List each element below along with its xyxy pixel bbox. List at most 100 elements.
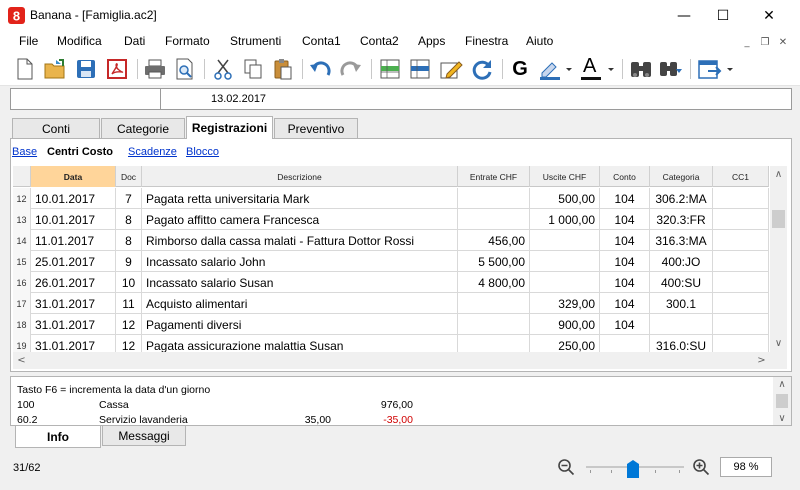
cell-cc1[interactable] [713,314,769,335]
cut-icon[interactable] [210,56,236,82]
table-row[interactable]: 15 25.01.2017 9 Incassato salario John 5… [13,251,769,272]
menu-strumenti[interactable]: Strumenti [230,33,281,49]
tab-info[interactable]: Info [15,426,101,448]
cell-uscite[interactable]: 250,00 [530,335,600,352]
info-scrollbar[interactable]: ∧ ∨ [773,377,791,425]
cell-categoria[interactable]: 300.1 [650,293,713,314]
redo-icon[interactable] [338,56,364,82]
cell-categoria[interactable]: 400:JO [650,251,713,272]
close-button[interactable]: ✕ [746,0,792,32]
zoom-out-icon[interactable] [557,458,575,476]
mdi-close-button[interactable]: ✕ [776,35,790,49]
column-header-categoria[interactable]: Categoria [650,166,713,187]
cell-uscite[interactable] [530,251,600,272]
cell-entrate[interactable]: 5 500,00 [458,251,530,272]
table-row[interactable]: 17 31.01.2017 11 Acquisto alimentari 329… [13,293,769,314]
cell-conto[interactable]: 104 [600,188,650,209]
table-row[interactable]: 19 31.01.2017 12 Pagata assicurazione ma… [13,335,769,352]
scroll-up-arrow-icon[interactable]: ∧ [770,166,787,183]
cell-doc[interactable]: 9 [116,251,142,272]
tab-preventivo[interactable]: Preventivo [274,118,358,138]
export-icon[interactable] [696,56,736,82]
cell-data[interactable]: 26.01.2017 [31,272,116,293]
cell-doc[interactable]: 8 [116,230,142,251]
column-header-entrate[interactable]: Entrate CHF [458,166,530,187]
table-row[interactable]: 13 10.01.2017 8 Pagato affitto camera Fr… [13,209,769,230]
cell-data[interactable]: 31.01.2017 [31,293,116,314]
cell-data[interactable]: 25.01.2017 [31,251,116,272]
cell-cc1[interactable] [713,188,769,209]
find-icon[interactable] [628,56,654,82]
column-header-uscite[interactable]: Uscite CHF [530,166,600,187]
scroll-up-arrow-icon[interactable]: ∧ [773,377,791,391]
view-blocco[interactable]: Blocco [186,146,219,158]
cell-uscite[interactable] [530,230,600,251]
cell-doc[interactable]: 12 [116,335,142,352]
menu-file[interactable]: File [19,33,38,49]
table-row[interactable]: 16 26.01.2017 10 Incassato salario Susan… [13,272,769,293]
cell-descrizione[interactable]: Incassato salario Susan [142,272,458,293]
cell-uscite[interactable]: 500,00 [530,188,600,209]
cell-doc[interactable]: 10 [116,272,142,293]
cell-entrate[interactable] [458,314,530,335]
cell-uscite[interactable]: 1 000,00 [530,209,600,230]
zoom-level-field[interactable]: 98 % [720,457,772,477]
cell-categoria[interactable]: 316.0:SU [650,335,713,352]
cell-entrate[interactable]: 4 800,00 [458,272,530,293]
menu-modifica[interactable]: Modifica [57,33,102,49]
menu-apps[interactable]: Apps [418,33,445,49]
cell-conto[interactable]: 104 [600,230,650,251]
cell-entrate[interactable] [458,335,530,352]
cell-descrizione[interactable]: Incassato salario John [142,251,458,272]
delete-row-icon[interactable] [407,56,433,82]
cell-descrizione[interactable]: Pagamenti diversi [142,314,458,335]
cell-descrizione[interactable]: Pagata assicurazione malattia Susan [142,335,458,352]
open-folder-icon[interactable] [42,56,68,82]
column-header-conto[interactable]: Conto [600,166,650,187]
cell-conto[interactable]: 104 [600,251,650,272]
cell-categoria[interactable]: 316.3:MA [650,230,713,251]
save-icon[interactable] [73,56,99,82]
view-centri-costo[interactable]: Centri Costo [47,146,113,158]
cell-content-field[interactable]: 13.02.2017 [211,93,266,105]
cell-cc1[interactable] [713,230,769,251]
cell-uscite[interactable] [530,272,600,293]
vertical-scrollbar[interactable]: ∧ ∨ [770,166,787,352]
cell-cc1[interactable] [713,272,769,293]
cell-data[interactable]: 31.01.2017 [31,314,116,335]
cell-categoria[interactable]: 320.3:FR [650,209,713,230]
cell-categoria[interactable]: 306.2:MA [650,188,713,209]
font-color-icon[interactable]: A [578,55,616,82]
cell-descrizione[interactable]: Pagato affitto camera Francesca [142,209,458,230]
cell-data[interactable]: 10.01.2017 [31,209,116,230]
pdf-icon[interactable] [104,56,130,82]
tab-categorie[interactable]: Categorie [101,118,185,138]
recalculate-icon[interactable] [469,56,495,82]
new-file-icon[interactable] [12,56,38,82]
insert-row-icon[interactable] [377,56,403,82]
cell-uscite[interactable]: 329,00 [530,293,600,314]
mdi-minimize-button[interactable]: _ [740,35,754,49]
table-row[interactable]: 14 11.01.2017 8 Rimborso dalla cassa mal… [13,230,769,251]
print-icon[interactable] [142,56,168,82]
cell-entrate[interactable] [458,293,530,314]
table-row[interactable]: 12 10.01.2017 7 Pagata retta universitar… [13,188,769,209]
scroll-down-arrow-icon[interactable]: ∨ [770,335,787,352]
column-header-data[interactable]: Data [31,166,116,187]
print-preview-icon[interactable] [172,56,198,82]
scroll-down-arrow-icon[interactable]: ∨ [773,411,791,425]
cell-cc1[interactable] [713,251,769,272]
cell-entrate[interactable] [458,188,530,209]
tab-registrazioni[interactable]: Registrazioni [186,116,273,139]
cell-entrate[interactable]: 456,00 [458,230,530,251]
column-header-cc1[interactable]: CC1 [713,166,769,187]
copy-icon[interactable] [240,56,266,82]
tab-conti[interactable]: Conti [12,118,100,138]
menu-finestra[interactable]: Finestra [465,33,508,49]
cell-conto[interactable]: 104 [600,314,650,335]
zoom-slider-thumb[interactable] [627,460,639,478]
cell-conto[interactable] [600,335,650,352]
column-header-doc[interactable]: Doc [116,166,142,187]
edit-icon[interactable] [438,56,464,82]
horizontal-scrollbar[interactable]: < > [13,352,787,369]
